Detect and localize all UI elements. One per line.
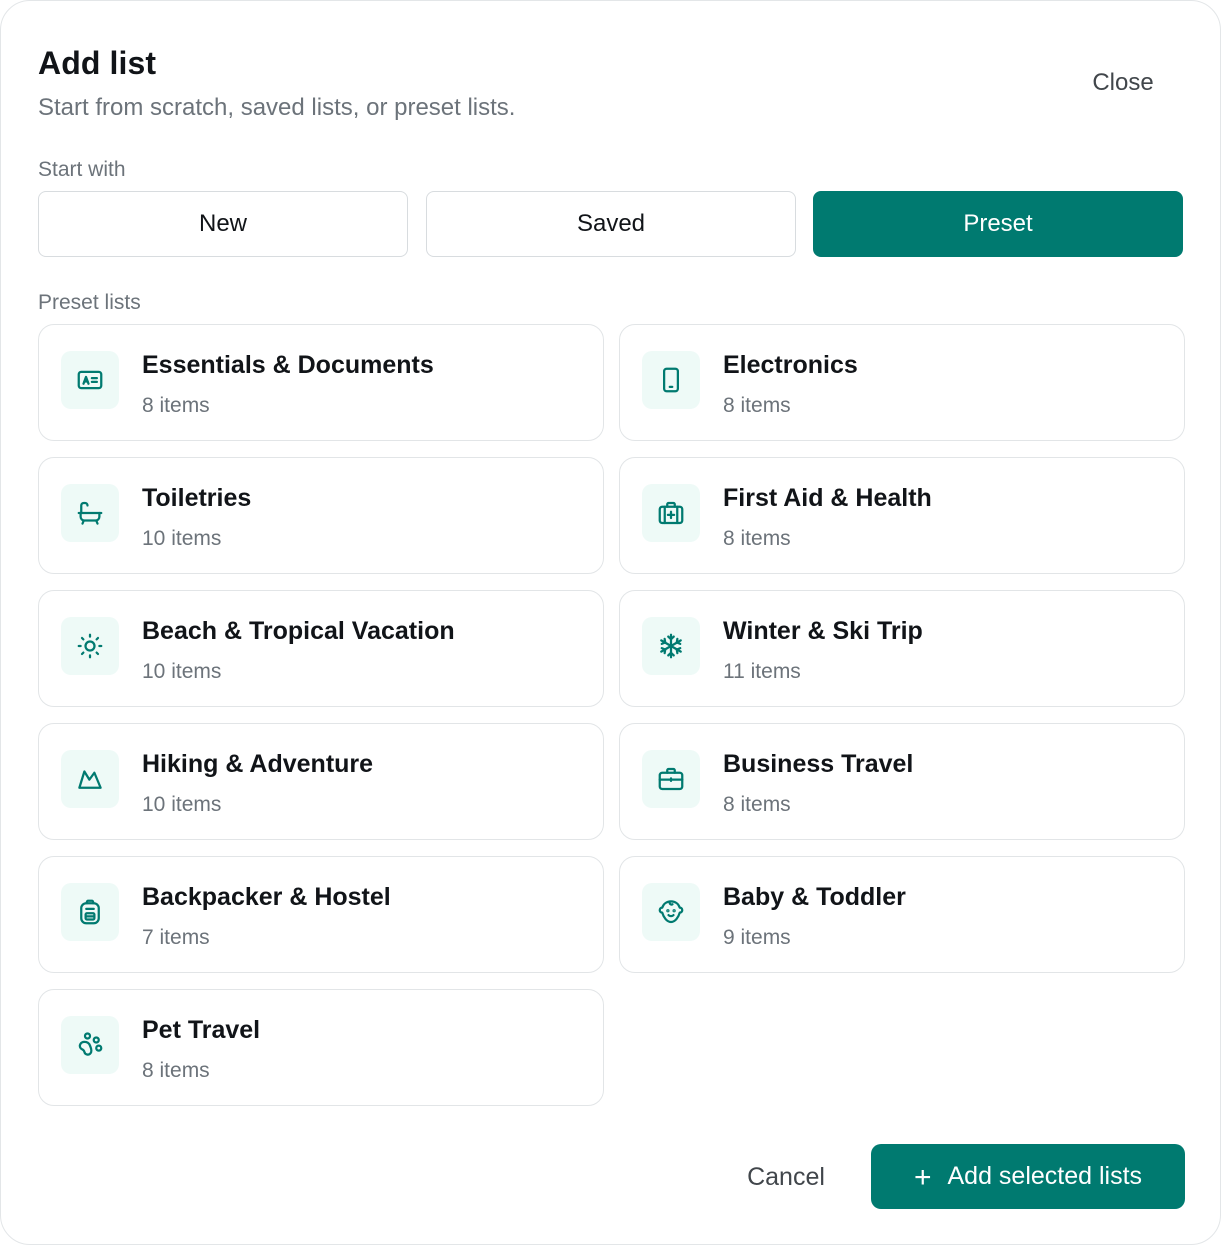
paw-icon (61, 1016, 119, 1074)
preset-card-name: Business Travel (723, 750, 914, 778)
close-button[interactable]: Close (1069, 63, 1177, 103)
preset-card-count: 11 items (723, 660, 801, 683)
preset-card-name: First Aid & Health (723, 484, 932, 512)
add-list-dialog: Add list Start from scratch, saved lists… (0, 0, 1221, 1245)
preset-card-winter-ski-trip[interactable]: Winter & Ski Trip 11 items (619, 590, 1185, 707)
baby-face-icon (642, 883, 700, 941)
preset-card-hiking-adventure[interactable]: Hiking & Adventure 10 items (38, 723, 604, 840)
id-card-icon (61, 351, 119, 409)
preset-card-name: Winter & Ski Trip (723, 617, 923, 645)
start-with-new-button[interactable]: New (38, 191, 408, 257)
bathtub-icon (61, 484, 119, 542)
snowflake-icon (642, 617, 700, 675)
preset-card-name: Pet Travel (142, 1016, 261, 1044)
add-selected-lists-label: Add selected lists (947, 1162, 1143, 1190)
plus-icon: + (913, 1160, 932, 1194)
preset-card-name: Hiking & Adventure (142, 750, 374, 778)
preset-card-count: 8 items (142, 1059, 210, 1082)
preset-card-name: Baby & Toddler (723, 883, 906, 911)
preset-card-name: Essentials & Documents (142, 351, 434, 379)
start-with-label: Start with (38, 158, 126, 181)
mountain-icon (61, 750, 119, 808)
preset-card-baby-toddler[interactable]: Baby & Toddler 9 items (619, 856, 1185, 973)
preset-card-count: 10 items (142, 660, 222, 683)
preset-card-count: 10 items (142, 793, 222, 816)
dialog-title: Add list (38, 45, 157, 81)
preset-card-name: Beach & Tropical Vacation (142, 617, 455, 645)
preset-card-count: 9 items (723, 926, 791, 949)
sun-icon (61, 617, 119, 675)
preset-card-count: 7 items (142, 926, 210, 949)
tablet-icon (642, 351, 700, 409)
preset-card-count: 8 items (142, 394, 210, 417)
start-with-preset-button[interactable]: Preset (813, 191, 1183, 257)
preset-card-essentials-documents[interactable]: Essentials & Documents 8 items (38, 324, 604, 441)
preset-card-business-travel[interactable]: Business Travel 8 items (619, 723, 1185, 840)
preset-card-count: 8 items (723, 793, 791, 816)
dialog-subtitle: Start from scratch, saved lists, or pres… (38, 94, 516, 121)
preset-card-toiletries[interactable]: Toiletries 10 items (38, 457, 604, 574)
preset-card-beach-tropical-vacation[interactable]: Beach & Tropical Vacation 10 items (38, 590, 604, 707)
preset-card-name: Toiletries (142, 484, 252, 512)
preset-card-name: Backpacker & Hostel (142, 883, 391, 911)
cancel-button[interactable]: Cancel (727, 1151, 845, 1203)
briefcase-icon (642, 750, 700, 808)
preset-card-count: 10 items (142, 527, 222, 550)
start-with-saved-button[interactable]: Saved (426, 191, 796, 257)
backpack-icon (61, 883, 119, 941)
preset-card-electronics[interactable]: Electronics 8 items (619, 324, 1185, 441)
preset-card-count: 8 items (723, 527, 791, 550)
preset-lists-label: Preset lists (38, 291, 141, 314)
first-aid-kit-icon (642, 484, 700, 542)
preset-card-count: 8 items (723, 394, 791, 417)
preset-card-first-aid-health[interactable]: First Aid & Health 8 items (619, 457, 1185, 574)
preset-card-pet-travel[interactable]: Pet Travel 8 items (38, 989, 604, 1106)
preset-card-name: Electronics (723, 351, 858, 379)
add-selected-lists-button[interactable]: + Add selected lists (871, 1144, 1185, 1209)
preset-card-backpacker-hostel[interactable]: Backpacker & Hostel 7 items (38, 856, 604, 973)
